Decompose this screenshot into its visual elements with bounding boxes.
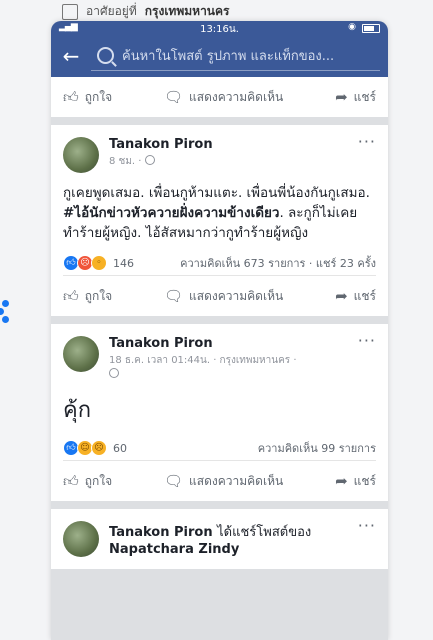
post-author[interactable]: Tanakon Piron — [109, 336, 358, 351]
sad-reaction-icon: ☹ — [91, 440, 107, 456]
location-prefix: อาศัยอยู่ที่ — [86, 4, 137, 18]
thumbs-up-icon: 👍︎ — [63, 286, 79, 305]
post-author[interactable]: Tanakon Piron ได้แชร์โพสต์ของ Napatchara … — [109, 521, 358, 557]
search-placeholder: ค้นหาในโพสต์ รูปภาพ และแท็กของ... — [122, 49, 335, 64]
share-button[interactable]: ➦ แชร์ — [335, 472, 376, 491]
post-stats: 👍︎ ☺ ☹ 60 ความคิดเห็น 99 รายการ — [63, 436, 376, 461]
globe-icon — [144, 155, 155, 165]
post-card: Tanakon Piron 8 ชม. · ··· กูเคยพูดเสมอ. … — [51, 125, 388, 316]
like-button[interactable]: 👍︎ ถูกใจ — [63, 88, 112, 107]
post-card: Tanakon Piron ได้แชร์โพสต์ของ Napatchara … — [51, 509, 388, 569]
shared-from: Napatchara Zindy — [109, 542, 240, 557]
like-button[interactable]: 👍︎ ถูกใจ — [63, 472, 112, 491]
home-icon — [62, 3, 78, 20]
search-input[interactable]: ค้นหาในโพสต์ รูปภาพ และแท็กของ... — [91, 41, 380, 71]
back-arrow-icon[interactable]: ← — [51, 35, 91, 77]
comment-button[interactable]: 🗨︎ แสดงความคิดเห็น — [164, 88, 283, 107]
post-stats: 👍︎ ☹ ◦ 146 ความคิดเห็น 673 รายการ · แชร์… — [63, 251, 376, 276]
comments-count[interactable]: ความคิดเห็น 99 รายการ — [258, 439, 376, 457]
share-icon: ➦ — [335, 472, 348, 490]
avatar[interactable] — [63, 521, 99, 557]
more-options-icon[interactable]: ··· — [358, 333, 376, 382]
reaction-count: 60 — [113, 441, 127, 455]
like-button[interactable]: 👍︎ ถูกใจ — [63, 287, 112, 306]
more-options-icon[interactable]: ··· — [358, 518, 376, 557]
alarm-icon: ◉ — [348, 22, 356, 32]
avatar[interactable] — [63, 336, 99, 372]
share-icon: ➦ — [335, 287, 348, 305]
search-icon — [97, 47, 114, 64]
comment-button[interactable]: 🗨︎ แสดงความคิดเห็น — [164, 287, 283, 306]
share-button[interactable]: ➦ แชร์ — [335, 287, 376, 306]
post-text: คุ้ก — [63, 398, 92, 423]
post-time: 18 ธ.ค. เวลา 01:44น. · กรุงเทพมหานคร · — [109, 354, 358, 382]
search-header: ← ค้นหาในโพสต์ รูปภาพ และแท็กของ... — [51, 35, 388, 77]
status-bar: ▂▄▆ 13:16น. ◉ — [51, 21, 388, 35]
comment-button[interactable]: 🗨︎ แสดงความคิดเห็น — [164, 472, 283, 491]
phone-screen: ▂▄▆ 13:16น. ◉ ← ค้นหาในโพสต์ รูปภาพ และแ… — [51, 21, 388, 640]
globe-icon — [109, 368, 119, 378]
post-text: กูเคยพูดเสมอ. เพื่อนกูห้ามแตะ. เพื่อนพี่… — [63, 185, 370, 241]
post-hashtag[interactable]: #ไอ้นักข่าวหัวควายฝั่งความข้างเดียว — [63, 205, 279, 221]
share-button[interactable]: ➦ แชร์ — [335, 88, 376, 107]
comment-icon: 🗨︎ — [163, 88, 184, 106]
post-time: 8 ชม. · — [109, 155, 358, 169]
location-row: อาศัยอยู่ที่ กรุงเทพมหานคร — [62, 2, 229, 21]
side-dots-icon — [0, 300, 12, 340]
thumbs-up-icon: 👍︎ — [63, 471, 79, 490]
thumbs-up-icon: 👍︎ — [63, 87, 79, 106]
location-city: กรุงเทพมหานคร — [144, 4, 230, 18]
share-icon: ➦ — [335, 88, 348, 106]
status-time: 13:16น. — [200, 24, 239, 35]
reaction-count: 146 — [113, 256, 134, 270]
more-options-icon[interactable]: ··· — [358, 134, 376, 173]
post-card: Tanakon Piron 18 ธ.ค. เวลา 01:44น. · กรุ… — [51, 324, 388, 501]
reactions[interactable]: 👍︎ ☹ ◦ 146 — [63, 255, 134, 271]
battery-icon — [362, 24, 380, 33]
shared-text: ได้แชร์โพสต์ของ — [217, 525, 312, 540]
comments-shares[interactable]: ความคิดเห็น 673 รายการ · แชร์ 23 ครั้ง — [180, 254, 376, 272]
comment-icon: 🗨︎ — [163, 472, 184, 490]
post-author[interactable]: Tanakon Piron — [109, 137, 358, 152]
reactions[interactable]: 👍︎ ☺ ☹ 60 — [63, 440, 127, 456]
avatar[interactable] — [63, 137, 99, 173]
previous-post-actions: 👍︎ ถูกใจ 🗨︎ แสดงความคิดเห็น ➦ แชร์ — [51, 77, 388, 117]
comment-icon: 🗨︎ — [163, 287, 184, 305]
wow-reaction-icon: ◦ — [91, 255, 107, 271]
